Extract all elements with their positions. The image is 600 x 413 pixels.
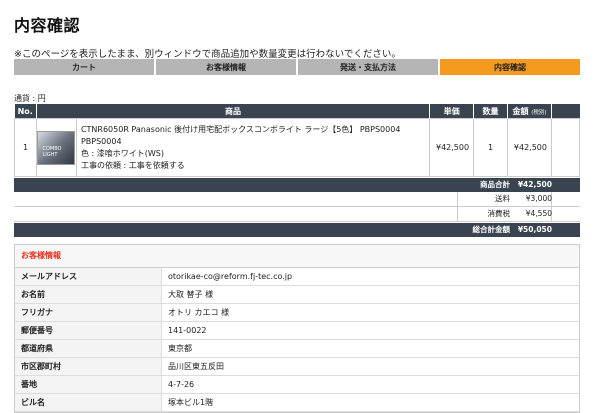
- shipping-row: 送料 ¥3,000: [14, 192, 580, 207]
- building-value: 塚本ビル1階: [168, 398, 214, 407]
- product-thumbnail-cell: COMBO LIGHT: [35, 118, 77, 177]
- col-spacer: [551, 104, 580, 119]
- col-product: 商品: [36, 104, 431, 119]
- grand-total-label: 総合計金額: [472, 225, 511, 234]
- col-no: No.: [14, 104, 37, 119]
- tax-label: 消費税: [487, 209, 511, 218]
- product-color: 色 : 漆喰ホワイト(WS): [80, 148, 164, 158]
- notice-text: ※このページを表示したまま、別ウィンドウで商品追加や数量変更は行わないでください…: [14, 49, 401, 60]
- customer-row-building: ビル名 塚本ビル1階: [15, 394, 579, 412]
- step-customer-info[interactable]: お客様情報: [156, 59, 298, 75]
- customer-row-name: お名前 大取 替子 様: [15, 286, 579, 304]
- step-confirmation: 内容確認: [440, 59, 580, 75]
- city-label: 市区郡町村: [15, 358, 162, 375]
- page-title: 内容確認: [14, 16, 81, 35]
- currency-label: 通貨 : 円: [14, 94, 46, 103]
- shipping-label: 送料: [495, 194, 510, 203]
- email-label: メールアドレス: [15, 268, 162, 285]
- product-details: CTNR6050R Panasonic 後付け用宅配ボックスコンボライト ラージ…: [75, 118, 431, 177]
- col-price: 単価: [429, 104, 475, 119]
- subtotal-value: ¥42,500: [517, 180, 552, 189]
- product-construction: 工事の依頼 : 工事を依頼する: [80, 160, 185, 170]
- product-name[interactable]: CTNR6050R Panasonic 後付け用宅配ボックスコンボライト ラージ…: [81, 124, 425, 136]
- customer-row-postal-code: 郵便番号 141-0022: [15, 322, 579, 340]
- tax-row: 消費税 ¥4,550: [14, 207, 580, 222]
- col-amount: 金額 (税別): [507, 104, 552, 119]
- row-no: 1: [14, 118, 37, 177]
- customer-row-prefecture: 都道府県 東京都: [15, 340, 579, 358]
- shipping-value: ¥3,000: [525, 194, 552, 203]
- row-spacer: [551, 118, 580, 177]
- customer-info-heading: お客様情報: [15, 245, 579, 268]
- thumbnail-text: COMBO LIGHT: [42, 145, 62, 158]
- subtotal-label: 商品合計: [480, 180, 510, 189]
- postal-code-value: 141-0022: [168, 326, 207, 335]
- subtotal-row: 商品合計 ¥42,500: [14, 178, 580, 192]
- furigana-value: オトリ カエコ 様: [168, 308, 230, 317]
- order-table-header: No. 商品 単価 数量 金額 (税別): [14, 104, 580, 119]
- confirmation-page: 内容確認 ※このページを表示したまま、別ウィンドウで商品追加や数量変更は行わない…: [0, 0, 600, 413]
- col-amount-note: (税別): [531, 109, 547, 116]
- name-value: 大取 替子 様: [168, 290, 214, 299]
- step-cart[interactable]: カート: [14, 59, 156, 75]
- checkout-steps: カート お客様情報 発送・支払方法 内容確認: [14, 59, 580, 75]
- customer-row-street: 番地 4-7-26: [15, 376, 579, 394]
- tax-value: ¥4,550: [525, 209, 552, 218]
- customer-row-city: 市区郡町村 品川区東五反田: [15, 358, 579, 376]
- prefecture-label: 都道府県: [15, 340, 162, 357]
- city-value: 品川区東五反田: [168, 362, 224, 371]
- grand-total-row: 総合計金額 ¥50,050: [14, 223, 580, 237]
- email-value: otorikae-co@reform.fj-tec.co.jp: [168, 272, 293, 281]
- building-label: ビル名: [15, 394, 162, 411]
- street-label: 番地: [15, 376, 162, 393]
- col-qty: 数量: [473, 104, 509, 119]
- postal-code-label: 郵便番号: [15, 322, 162, 339]
- col-amount-label: 金額: [512, 106, 529, 116]
- product-thumbnail[interactable]: COMBO LIGHT: [37, 130, 76, 165]
- customer-row-furigana: フリガナ オトリ カエコ 様: [15, 304, 579, 322]
- customer-info-section: お客様情報 メールアドレス otorikae-co@reform.fj-tec.…: [14, 244, 580, 413]
- product-code: PBPS0004: [80, 136, 122, 146]
- row-price: ¥42,500: [429, 118, 475, 177]
- street-value: 4-7-26: [168, 380, 195, 389]
- prefecture-value: 東京都: [168, 344, 192, 353]
- table-row: 1 COMBO LIGHT CTNR6050R Panasonic 後付け用宅配…: [14, 118, 580, 177]
- customer-row-email: メールアドレス otorikae-co@reform.fj-tec.co.jp: [15, 268, 579, 286]
- furigana-label: フリガナ: [15, 304, 162, 321]
- step-shipping-payment[interactable]: 発送・支払方法: [298, 59, 440, 75]
- grand-total-value: ¥50,050: [517, 225, 552, 234]
- row-qty: 1: [473, 118, 509, 177]
- order-table: No. 商品 単価 数量 金額 (税別) 1 COMBO LIGHT CTNR6…: [14, 104, 580, 177]
- row-amount: ¥42,500: [507, 118, 552, 177]
- name-label: お名前: [15, 286, 162, 303]
